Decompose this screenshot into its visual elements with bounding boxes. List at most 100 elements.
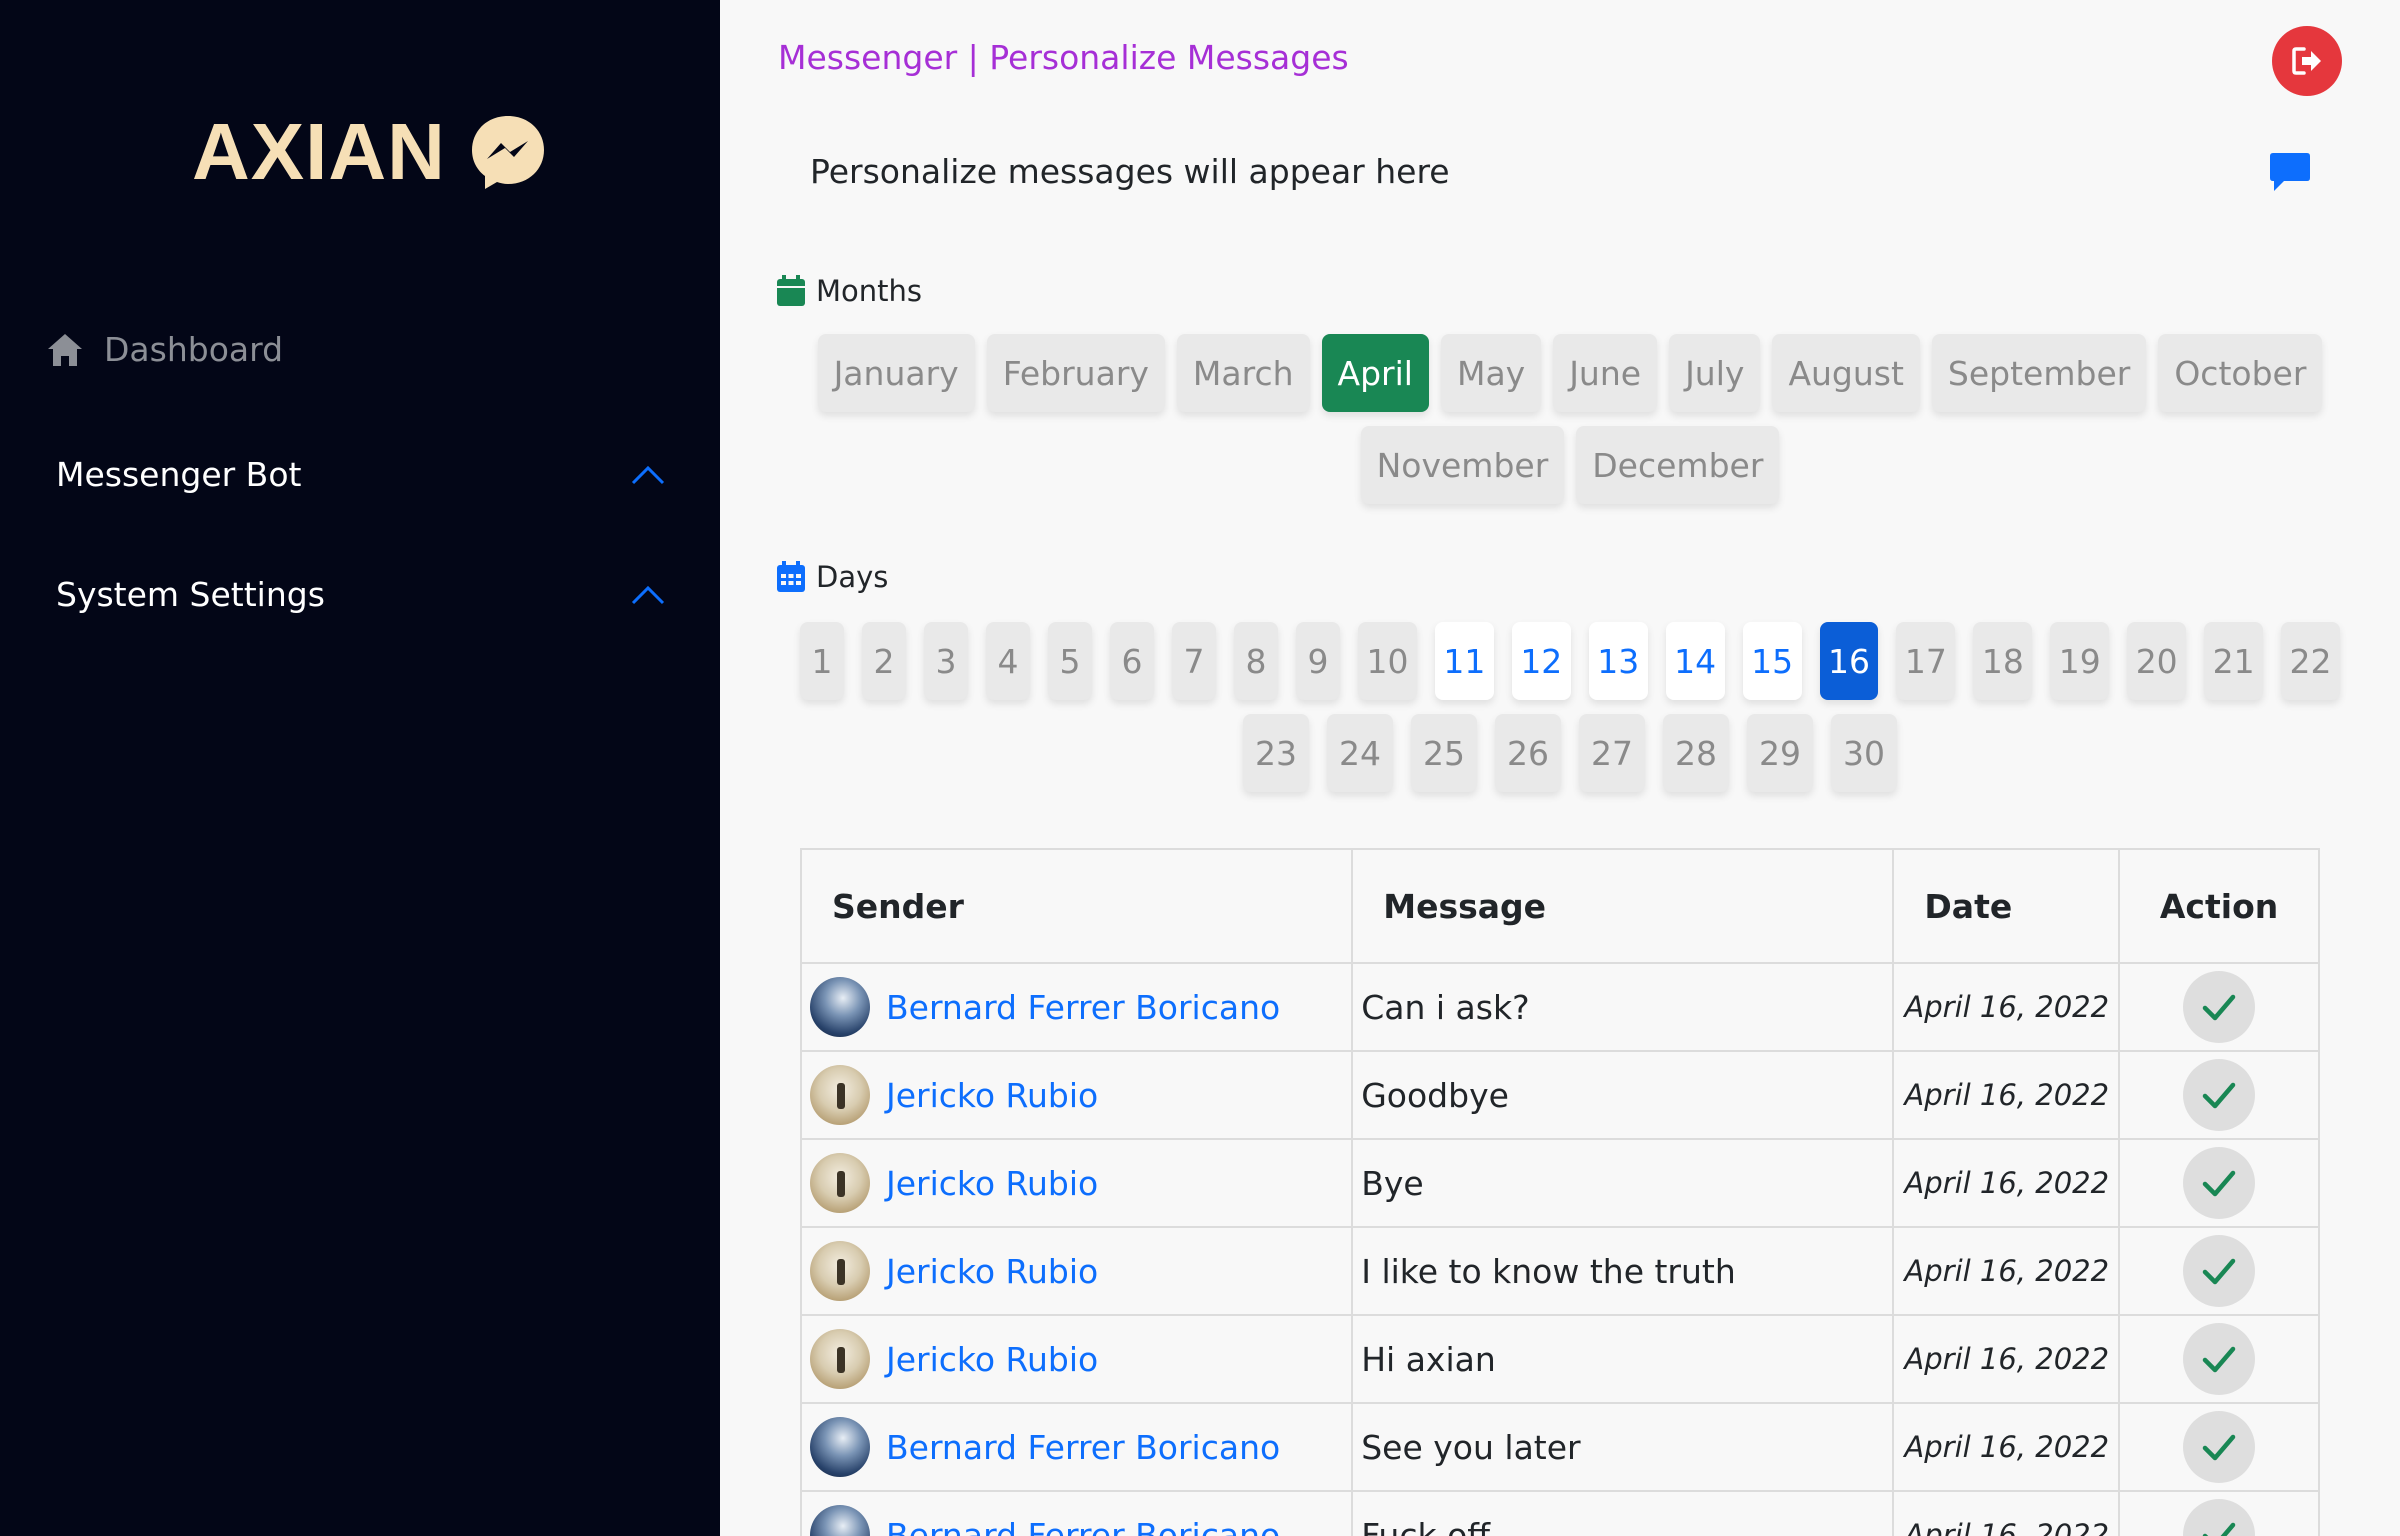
sender: Jericko Rubio xyxy=(810,1153,1351,1213)
month-button-february[interactable]: February xyxy=(986,334,1165,412)
sidebar-item-label: Dashboard xyxy=(104,330,284,369)
logout-button[interactable] xyxy=(2272,26,2342,96)
table-row: Bernard Ferrer Boricano Can i ask? April 1… xyxy=(800,962,2320,1052)
action-cell xyxy=(2118,1226,2320,1316)
chevron-up-icon[interactable] xyxy=(630,464,666,486)
day-button-7[interactable]: 7 xyxy=(1172,622,1216,700)
month-selector-row-2: November December xyxy=(800,426,2340,504)
day-button-2[interactable]: 2 xyxy=(862,622,906,700)
day-button-12[interactable]: 12 xyxy=(1511,622,1571,700)
message-cell: I like to know the truth xyxy=(1351,1226,1895,1316)
column-header-date: Date xyxy=(1892,848,2121,964)
table-row: Jericko Rubio Goodbye April 16, 2022 xyxy=(800,1050,2320,1140)
day-button-25[interactable]: 25 xyxy=(1411,714,1477,792)
month-button-december[interactable]: December xyxy=(1576,426,1780,504)
month-button-april[interactable]: April xyxy=(1321,334,1429,412)
day-button-27[interactable]: 27 xyxy=(1579,714,1645,792)
table-row: Bernard Ferrer Boricano Fuck off April 16,… xyxy=(800,1490,2320,1536)
avatar xyxy=(810,1417,870,1477)
sender-cell: Jericko Rubio xyxy=(800,1314,1354,1404)
day-button-15[interactable]: 15 xyxy=(1742,622,1802,700)
sender-link[interactable]: Jericko Rubio xyxy=(886,1340,1098,1379)
day-button-5[interactable]: 5 xyxy=(1048,622,1092,700)
day-button-24[interactable]: 24 xyxy=(1327,714,1393,792)
sender-link[interactable]: Bernard Ferrer Boricano xyxy=(886,1428,1280,1467)
action-cell xyxy=(2118,962,2320,1052)
sidebar: AXIAN Dashboard Messenger Bot System Set… xyxy=(0,0,720,1536)
action-cell xyxy=(2118,1138,2320,1228)
approve-button[interactable] xyxy=(2183,971,2256,1043)
day-button-3[interactable]: 3 xyxy=(924,622,968,700)
day-button-11[interactable]: 11 xyxy=(1434,622,1494,700)
month-button-june[interactable]: June xyxy=(1553,334,1658,412)
sender: Jericko Rubio xyxy=(810,1329,1351,1389)
avatar xyxy=(810,1153,870,1213)
day-button-1[interactable]: 1 xyxy=(800,622,844,700)
date-cell: April 16, 2022 xyxy=(1892,962,2121,1052)
avatar xyxy=(810,1505,870,1536)
sender-link[interactable]: Bernard Ferrer Boricano xyxy=(886,988,1280,1027)
day-button-17[interactable]: 17 xyxy=(1896,622,1956,700)
checkmark-icon xyxy=(2202,1522,2236,1536)
brand-logo[interactable]: AXIAN xyxy=(192,104,548,200)
chevron-up-icon[interactable] xyxy=(630,584,666,606)
checkmark-icon xyxy=(2202,1434,2236,1461)
day-button-26[interactable]: 26 xyxy=(1495,714,1561,792)
sidebar-item-system-settings[interactable]: System Settings xyxy=(56,575,666,614)
approve-button[interactable] xyxy=(2183,1499,2256,1536)
chat-icon xyxy=(2270,153,2310,191)
sender-link[interactable]: Bernard Ferrer Boricano xyxy=(886,1516,1280,1536)
approve-button[interactable] xyxy=(2183,1235,2256,1307)
approve-button[interactable] xyxy=(2183,1147,2256,1219)
sender-cell: Bernard Ferrer Boricano xyxy=(800,1490,1354,1536)
month-button-january[interactable]: January xyxy=(817,334,975,412)
day-button-4[interactable]: 4 xyxy=(986,622,1030,700)
day-button-19[interactable]: 19 xyxy=(2050,622,2110,700)
month-button-october[interactable]: October xyxy=(2158,334,2323,412)
date-cell: April 16, 2022 xyxy=(1892,1226,2121,1316)
sidebar-item-messenger-bot[interactable]: Messenger Bot xyxy=(56,455,666,494)
column-header-sender: Sender xyxy=(800,848,1354,964)
day-selector-row-2: 23 24 25 26 27 28 29 30 xyxy=(800,714,2340,792)
day-button-10[interactable]: 10 xyxy=(1358,622,1417,700)
date-cell: April 16, 2022 xyxy=(1892,1138,2121,1228)
approve-button[interactable] xyxy=(2183,1059,2256,1131)
month-button-may[interactable]: May xyxy=(1440,334,1542,412)
message-cell: Fuck off xyxy=(1351,1490,1895,1536)
action-cell xyxy=(2118,1314,2320,1404)
sidebar-item-dashboard[interactable]: Dashboard xyxy=(46,330,283,369)
month-button-november[interactable]: November xyxy=(1360,426,1565,504)
messenger-icon xyxy=(471,116,544,189)
sender-link[interactable]: Jericko Rubio xyxy=(886,1076,1098,1115)
calendar-icon xyxy=(777,275,805,306)
sender-link[interactable]: Jericko Rubio xyxy=(886,1252,1098,1291)
month-button-march[interactable]: March xyxy=(1176,334,1310,412)
month-button-july[interactable]: July xyxy=(1669,334,1761,412)
month-button-september[interactable]: September xyxy=(1931,334,2147,412)
sender-link[interactable]: Jericko Rubio xyxy=(886,1164,1098,1203)
sidebar-item-label: Messenger Bot xyxy=(56,455,302,494)
approve-button[interactable] xyxy=(2183,1323,2256,1395)
day-button-16[interactable]: 16 xyxy=(1819,622,1879,700)
date-cell: April 16, 2022 xyxy=(1892,1314,2121,1404)
approve-button[interactable] xyxy=(2183,1411,2256,1483)
day-button-8[interactable]: 8 xyxy=(1234,622,1278,700)
day-button-9[interactable]: 9 xyxy=(1296,622,1340,700)
day-button-28[interactable]: 28 xyxy=(1663,714,1729,792)
day-button-22[interactable]: 22 xyxy=(2281,622,2340,700)
day-button-30[interactable]: 30 xyxy=(1831,714,1897,792)
table-body: Bernard Ferrer Boricano Can i ask? April 1… xyxy=(800,962,2320,1536)
day-button-21[interactable]: 21 xyxy=(2204,622,2264,700)
day-button-6[interactable]: 6 xyxy=(1110,622,1154,700)
day-button-14[interactable]: 14 xyxy=(1665,622,1725,700)
day-button-20[interactable]: 20 xyxy=(2127,622,2187,700)
table-row: Jericko Rubio Bye April 16, 2022 xyxy=(800,1138,2320,1228)
month-button-august[interactable]: August xyxy=(1772,334,1920,412)
message-cell: Can i ask? xyxy=(1351,962,1895,1052)
messages-table-container: Sender Message Date Action Bernard Ferre… xyxy=(800,848,2320,1536)
day-button-13[interactable]: 13 xyxy=(1588,622,1648,700)
sender: Jericko Rubio xyxy=(810,1241,1351,1301)
day-button-29[interactable]: 29 xyxy=(1747,714,1813,792)
day-button-18[interactable]: 18 xyxy=(1973,622,2033,700)
day-button-23[interactable]: 23 xyxy=(1243,714,1309,792)
